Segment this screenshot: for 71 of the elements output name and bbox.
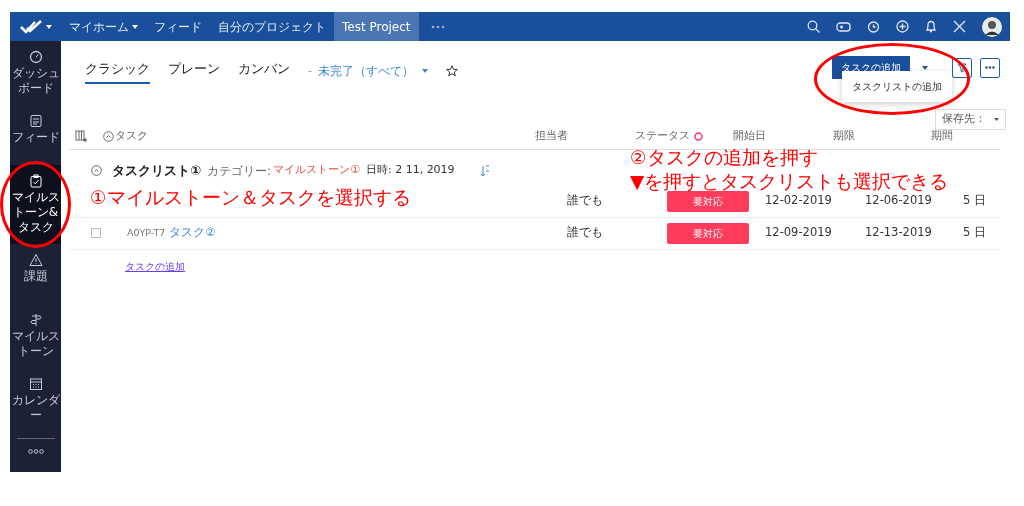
annotation-text: ①マイルストーン＆タスクを選択する bbox=[90, 186, 411, 210]
status-badge: 要対応 bbox=[667, 190, 749, 212]
sort-icon[interactable] bbox=[480, 164, 489, 177]
calendar-icon bbox=[28, 377, 43, 391]
gamepad-icon[interactable] bbox=[836, 20, 851, 33]
task-list-date: 日時: 2 11, 2019 bbox=[365, 162, 455, 179]
table-cell: 12-02-2019 bbox=[765, 193, 832, 208]
table-cell: 5 日 bbox=[963, 225, 986, 240]
sidebar-item[interactable]: マイルストーン&タスク bbox=[10, 165, 61, 244]
column-header: 担当者 bbox=[535, 128, 568, 142]
view-tab[interactable]: プレーン bbox=[168, 59, 220, 84]
sidebar-item[interactable]: フィード bbox=[10, 105, 61, 165]
task-list-title: タスクリスト① bbox=[112, 161, 201, 180]
annotation-text: ②タスクの追加を押す bbox=[630, 146, 819, 170]
task-name-link[interactable]: タスク② bbox=[169, 224, 216, 242]
category-label: カテゴリー: bbox=[207, 162, 272, 180]
caret-icon[interactable] bbox=[46, 24, 52, 29]
save-to-select[interactable]: 保存先： bbox=[935, 109, 1006, 130]
search-icon[interactable] bbox=[807, 20, 820, 33]
gear-icon[interactable] bbox=[694, 131, 703, 141]
more-icon bbox=[985, 66, 995, 69]
column-header: ステータス bbox=[635, 127, 690, 144]
sidebar-item[interactable]: ダッシュボード bbox=[10, 41, 61, 105]
collapse-all-icon[interactable] bbox=[103, 130, 114, 142]
table-cell: 12-09-2019 bbox=[765, 225, 832, 240]
caret-icon bbox=[132, 24, 138, 29]
avatar-icon[interactable] bbox=[982, 16, 1002, 37]
checkbox[interactable] bbox=[91, 228, 101, 238]
dropdown-item[interactable]: タスクリストの追加 bbox=[852, 79, 942, 94]
status-badge: 要対応 bbox=[667, 222, 749, 244]
bell-icon[interactable] bbox=[925, 20, 937, 33]
nav-menu-item[interactable]: フィード bbox=[146, 12, 210, 41]
table-cell: 誰でも bbox=[567, 225, 603, 240]
caret-icon bbox=[422, 69, 429, 74]
more-icon[interactable] bbox=[27, 449, 44, 454]
filter-icon bbox=[957, 62, 967, 73]
star-icon[interactable] bbox=[446, 65, 459, 78]
signpost-icon bbox=[28, 313, 43, 327]
more-icon[interactable] bbox=[430, 24, 445, 29]
nav-menu-item[interactable]: マイホーム bbox=[61, 12, 146, 41]
plus-icon[interactable] bbox=[896, 20, 909, 33]
column-header: 期間 bbox=[931, 128, 953, 142]
warning-icon bbox=[28, 253, 43, 267]
newspaper-icon bbox=[28, 114, 43, 128]
category-value: マイルストーン① bbox=[273, 162, 360, 179]
nav-menu-item[interactable]: 自分のプロジェクト bbox=[210, 12, 334, 41]
check-logo-icon[interactable] bbox=[20, 19, 42, 34]
add-task-link[interactable]: タスクの追加 bbox=[125, 260, 185, 272]
collapse-icon[interactable] bbox=[91, 165, 102, 176]
sidebar-item[interactable]: カレンダー bbox=[10, 368, 61, 432]
gauge-icon bbox=[28, 50, 43, 64]
filter-dropdown[interactable]: 未完了（すべて） bbox=[318, 62, 429, 81]
view-tab[interactable]: カンバン bbox=[238, 59, 290, 84]
nav-menu-item[interactable]: Test Project bbox=[334, 12, 419, 41]
table-cell: 誰でも bbox=[567, 193, 603, 208]
sidebar-item[interactable]: マイルストーン bbox=[10, 304, 61, 368]
column-settings-icon[interactable] bbox=[75, 130, 87, 142]
more-button[interactable] bbox=[980, 57, 1000, 78]
column-header: 期限 bbox=[833, 128, 855, 142]
alarm-clock-icon[interactable] bbox=[867, 20, 880, 33]
table-cell: 12-06-2019 bbox=[865, 193, 932, 208]
table-cell: 12-13-2019 bbox=[865, 225, 932, 240]
caret-icon bbox=[994, 117, 999, 121]
task-key: A0YP-T7 bbox=[127, 225, 166, 241]
column-header: 開始日 bbox=[733, 128, 766, 142]
clipboard-check-icon bbox=[28, 174, 43, 188]
view-tab[interactable]: クラシック bbox=[85, 59, 150, 84]
separator-dash: - bbox=[308, 62, 313, 80]
table-cell: 5 日 bbox=[963, 193, 986, 208]
column-header: タスク bbox=[115, 128, 148, 142]
sidebar-item[interactable]: 課題 bbox=[10, 244, 61, 304]
